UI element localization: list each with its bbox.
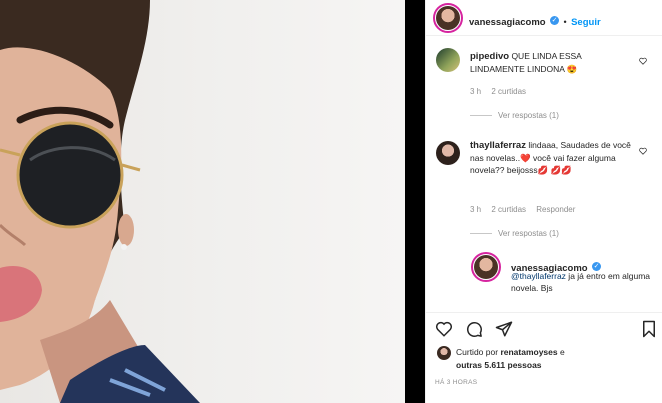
view-replies-button[interactable]: Ver respostas (1) bbox=[498, 111, 559, 120]
like-heart-icon[interactable] bbox=[435, 320, 453, 338]
comment-username[interactable]: thayllaferraz bbox=[470, 140, 526, 151]
comment-username[interactable]: pipedivo bbox=[470, 51, 509, 62]
comment-likes[interactable]: 2 curtidas bbox=[491, 87, 526, 96]
replies-line bbox=[470, 115, 492, 117]
author-avatar[interactable] bbox=[436, 6, 460, 30]
replies-line bbox=[470, 233, 492, 235]
post-actions: Curtido por renatamoyses e outras 5.611 … bbox=[425, 312, 662, 402]
post-timestamp[interactable]: HÁ 3 HORAS bbox=[435, 379, 477, 386]
sunglasses-arm bbox=[121, 163, 141, 172]
liked-by-and: e bbox=[559, 347, 565, 357]
comment-time: 3 h bbox=[470, 205, 482, 214]
reply-button[interactable]: Responder bbox=[536, 205, 575, 214]
earring bbox=[121, 244, 127, 250]
post-header: vanessagiacomo ✓ • Seguir bbox=[425, 0, 662, 36]
separator-dot: • bbox=[563, 17, 567, 27]
comment-likes[interactable]: 2 curtidas bbox=[491, 205, 526, 214]
liker-avatar[interactable] bbox=[437, 346, 451, 360]
comment-time: 3 h bbox=[470, 87, 482, 96]
liked-by-prefix: Curtido por bbox=[456, 347, 499, 357]
post-side-panel: vanessagiacomo ✓ • Seguir pipedivo QUE L… bbox=[425, 0, 662, 403]
reply-mention[interactable]: @thayllaferraz bbox=[511, 271, 566, 281]
save-bookmark-icon[interactable] bbox=[641, 320, 657, 338]
post-photo[interactable] bbox=[0, 0, 405, 403]
comment-heart-icon[interactable] bbox=[639, 147, 647, 155]
ear-shape bbox=[118, 214, 134, 246]
photo-illustration bbox=[0, 0, 200, 403]
reply-avatar[interactable] bbox=[474, 255, 498, 279]
share-icon[interactable] bbox=[495, 320, 513, 338]
follow-button[interactable]: Seguir bbox=[571, 17, 601, 28]
verified-badge-icon: ✓ bbox=[550, 16, 560, 26]
likes-count[interactable]: outras 5.611 pessoas bbox=[456, 360, 542, 370]
comment-heart-icon[interactable] bbox=[639, 57, 647, 65]
sunglasses-lens bbox=[16, 121, 124, 229]
view-replies-button[interactable]: Ver respostas (1) bbox=[498, 229, 559, 238]
liker-username[interactable]: renatamoyses bbox=[500, 347, 557, 357]
author-username[interactable]: vanessagiacomo bbox=[469, 17, 546, 28]
commenter-avatar[interactable] bbox=[436, 141, 460, 165]
comment-icon[interactable] bbox=[465, 320, 483, 338]
commenter-avatar[interactable] bbox=[436, 48, 460, 72]
